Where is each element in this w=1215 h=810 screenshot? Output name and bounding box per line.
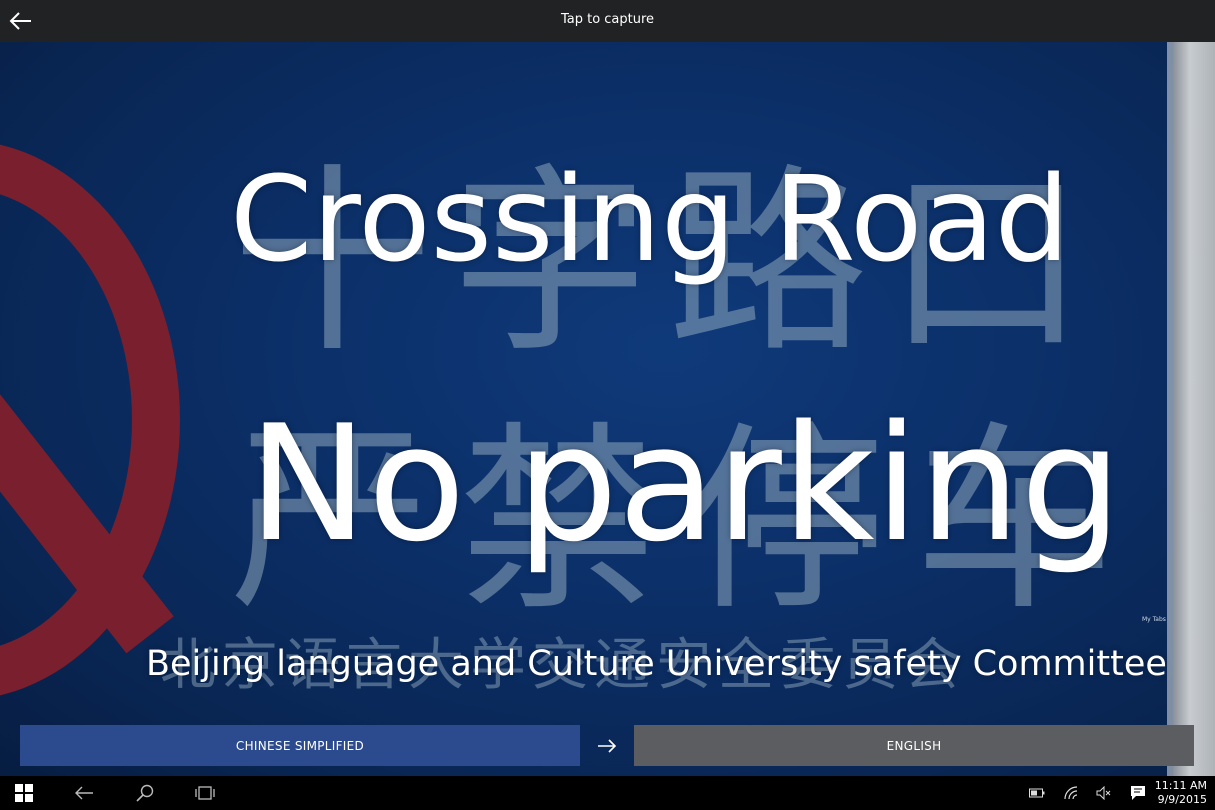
target-language-button[interactable]: ENGLISH — [634, 725, 1194, 766]
swap-languages-button[interactable] — [596, 735, 618, 757]
notifications-icon — [1131, 786, 1145, 800]
clock-date: 9/9/2015 — [1157, 793, 1207, 806]
page-title[interactable]: Tap to capture — [0, 12, 1215, 27]
battery-icon — [1029, 788, 1045, 798]
task-view-icon — [195, 786, 215, 800]
task-view-button[interactable] — [185, 776, 225, 810]
top-bar: Tap to capture — [0, 0, 1215, 42]
search-button[interactable] — [125, 776, 165, 810]
sign-edge — [1167, 42, 1173, 776]
action-center-button[interactable] — [1118, 776, 1158, 810]
source-language-button[interactable]: CHINESE SIMPLIFIED — [20, 725, 580, 766]
camera-viewfinder[interactable]: 十字路口 严禁停车 北京语言大学交通安全委员会 Crossing Road No… — [0, 0, 1215, 776]
translation-line-1: Crossing Road — [230, 150, 1070, 288]
search-icon — [136, 784, 154, 802]
translation-line-3: Beijing language and Culture University … — [146, 644, 1167, 684]
back-arrow-icon — [75, 786, 93, 800]
language-bar: CHINESE SIMPLIFIED ENGLISH — [0, 725, 1215, 767]
volume-muted-icon — [1096, 786, 1111, 800]
system-clock[interactable]: 11:11 AM 9/9/2015 — [1155, 779, 1207, 807]
wifi-icon — [1064, 786, 1078, 800]
taskbar-back-button[interactable] — [64, 776, 104, 810]
taskbar: 11:11 AM 9/9/2015 — [0, 776, 1215, 810]
translation-line-2: No parking — [248, 390, 1122, 577]
start-button[interactable] — [4, 776, 44, 810]
clock-time: 11:11 AM — [1154, 779, 1207, 792]
windows-logo-icon — [15, 784, 33, 802]
arrow-right-icon — [598, 739, 617, 753]
sign-post — [1173, 42, 1215, 776]
sign-watermark: My Tabs — [1142, 616, 1166, 623]
